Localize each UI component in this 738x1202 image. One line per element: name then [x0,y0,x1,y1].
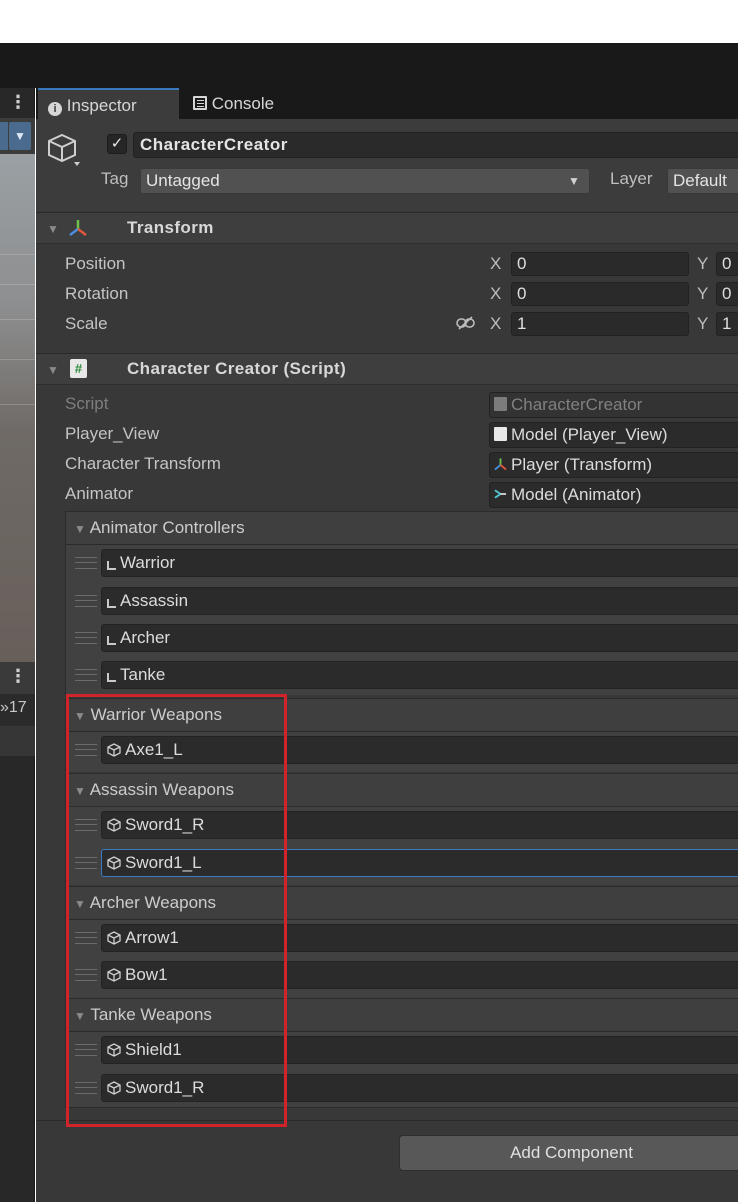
scale-label: Scale [65,314,108,333]
player-view-label: Player_View [65,424,160,443]
hierarchy-menu-icon[interactable]: ⋮ [9,666,27,687]
editor-title-bar [0,43,738,88]
position-y-field[interactable]: 0 [716,252,738,276]
active-checkbox[interactable]: ✓ [107,134,127,154]
hierarchy-row-text: »17 [0,699,27,716]
tab-inspector[interactable]: i Inspector [38,88,179,119]
drag-handle-icon[interactable] [75,632,97,644]
hierarchy-row[interactable]: »17 [0,694,35,726]
list-item[interactable]: Warrior [101,549,738,577]
drag-handle-icon[interactable] [75,595,97,607]
animator-label: Animator [65,484,134,503]
rotation-y-field[interactable]: 0 [716,282,738,306]
highlight-box [66,694,287,1127]
character-transform-field[interactable]: Player (Transform) [489,452,738,478]
scale-y-field[interactable]: 1 [716,312,738,336]
scale-y-label: Y [697,314,709,333]
script-label: Script [65,394,109,413]
rotation-y-label: Y [697,284,709,303]
chevron-down-icon: ▼ [568,174,580,188]
animator-controller-icon [107,636,116,645]
transform-title: Transform [127,218,214,237]
tab-console-label: Console [211,94,275,113]
script-icon [494,427,507,441]
position-label: Position [65,254,126,273]
constrain-proportions-icon[interactable] [456,316,476,330]
list-item-label: Assassin [120,591,189,610]
rotation-label: Rotation [65,284,129,303]
script-icon: # [70,359,87,378]
list-item-label: Archer [120,628,171,647]
scale-x-field[interactable]: 1 [511,312,689,336]
animator-controller-icon [107,561,116,570]
position-x-label: X [490,254,502,273]
script-field-value: CharacterCreator [511,395,643,414]
transform-icon [494,458,507,471]
list-item[interactable]: Tanke [101,661,738,689]
list-item[interactable]: Archer [101,624,738,652]
add-component-button[interactable]: Add Component [399,1135,738,1171]
animator-controllers-title: Animator Controllers [89,518,245,537]
list-item-label: Warrior [120,553,176,572]
list-item[interactable]: Assassin [101,587,738,615]
script-component-title: Character Creator (Script) [127,359,347,378]
tag-dropdown[interactable]: Untagged [140,168,590,194]
player-view-field[interactable]: Model (Player_View) [489,422,738,448]
animator-value: Model (Animator) [511,485,642,504]
screenshot-margin [0,0,738,43]
hierarchy-row-2[interactable] [0,726,35,756]
tag-label: Tag [101,169,129,188]
info-icon: i [48,102,62,116]
position-y-label: Y [697,254,709,273]
player-view-value: Model (Player_View) [511,425,668,444]
panel-menu-icon[interactable]: ⋮ [9,92,27,113]
animator-controller-icon [107,673,116,682]
foldout-arrow-icon[interactable]: ▼ [47,363,59,377]
tab-inspector-label: Inspector [66,96,137,115]
drag-handle-icon[interactable] [75,557,97,569]
scale-x-label: X [490,314,502,333]
rotation-x-field[interactable]: 0 [511,282,689,306]
object-name-field[interactable]: CharacterCreator [133,132,738,158]
foldout-arrow-icon[interactable]: ▼ [47,222,59,236]
gameobject-cube-icon[interactable] [46,132,80,168]
console-icon [193,96,207,110]
character-transform-label: Character Transform [65,454,221,473]
scene-view[interactable] [0,154,35,662]
animator-controllers-header[interactable]: ▼ Animator Controllers [65,511,738,545]
scene-dropdown-button[interactable]: ▼ [9,122,31,150]
animator-icon [494,489,507,499]
transform-icon [69,220,87,236]
list-item-label: Tanke [120,665,166,684]
position-x-field[interactable]: 0 [511,252,689,276]
scene-toggle-button[interactable] [0,122,8,150]
character-transform-value: Player (Transform) [511,455,653,474]
animator-controller-icon [107,599,116,608]
animator-field[interactable]: Model (Animator) [489,482,738,508]
foldout-arrow-icon: ▼ [74,522,86,536]
layer-label: Layer [610,169,653,188]
script-icon [494,397,507,411]
tab-console[interactable]: Console [183,88,303,119]
rotation-x-label: X [490,284,502,303]
drag-handle-icon[interactable] [75,669,97,681]
layer-dropdown[interactable]: Default [667,168,738,194]
script-field: CharacterCreator [489,392,738,418]
